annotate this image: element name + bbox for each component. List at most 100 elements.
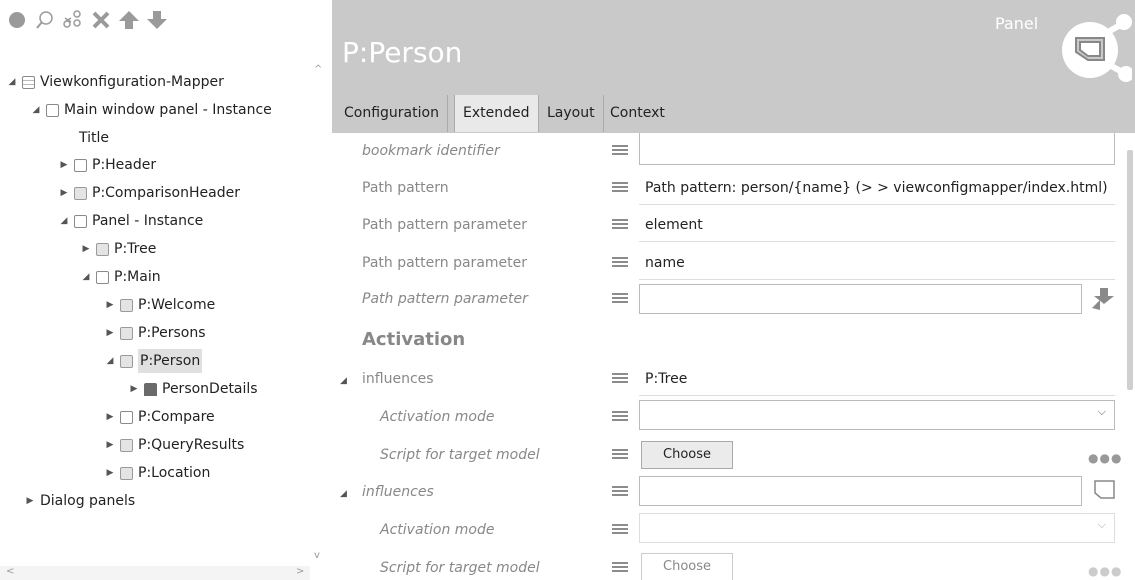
collapse-arrow-icon[interactable]: ◢ [30,98,42,122]
tree-node-dialog-panels[interactable]: ▶ Dialog panels [24,489,136,513]
tab-configuration[interactable]: Configuration [336,95,448,132]
tab-bar: Configuration Extended Layout Context [332,93,1135,133]
record-icon[interactable] [6,9,28,31]
tree-node-location[interactable]: ▶ P:Location [104,461,211,485]
panel-header: P:Person Panel [332,0,1135,93]
influences-input[interactable] [639,476,1082,506]
tab-context[interactable]: Context [602,95,673,132]
bookmark-identifier-label: bookmark identifier [362,143,500,159]
scroll-down-icon[interactable]: v [314,550,320,561]
collapse-arrow-icon[interactable]: ◢ [80,265,92,289]
panel-icon [74,214,87,228]
tree-node-welcome[interactable]: ▶ P:Welcome [104,293,216,317]
choose-button[interactable]: Choose [641,441,733,469]
expand-arrow-icon[interactable]: ▶ [104,461,116,485]
scroll-up-icon[interactable]: ^ [314,64,322,75]
tree-node-person-details[interactable]: ▶ PersonDetails [128,377,258,401]
property-menu-icon[interactable] [612,255,628,269]
horizontal-scrollbar[interactable]: < > [0,566,310,580]
tree-node-label: PersonDetails [162,381,258,397]
tree-node-header[interactable]: ▶ P:Header [58,153,157,177]
tree-node-persons[interactable]: ▶ P:Persons [104,321,206,345]
tree-node-query-results[interactable]: ▶ P:QueryResults [104,433,245,457]
scroll-right-icon[interactable]: > [296,566,304,577]
property-menu-icon[interactable] [612,143,628,157]
delete-icon[interactable] [90,9,112,31]
tree-node-root[interactable]: ◢ Viewkonfiguration-Mapper [6,70,224,94]
tree-node-label: P:QueryResults [138,437,245,453]
collapse-arrow-icon[interactable]: ◢ [6,70,18,94]
expand-arrow-icon[interactable]: ▶ [104,433,116,457]
activation-mode-select[interactable]: ⌵ [639,400,1115,430]
path-pattern-parameter-input[interactable] [639,284,1082,314]
add-arrow-icon[interactable] [1090,286,1116,312]
collapse-arrow-icon[interactable]: ◢ [340,376,347,386]
tree-node-label: Main window panel - Instance [64,102,272,118]
property-menu-icon[interactable] [612,180,628,194]
link-nodes-icon[interactable] [62,9,84,31]
collapse-arrow-icon[interactable]: ◢ [58,209,70,233]
panel-type-icon [1062,14,1132,82]
expand-arrow-icon[interactable]: ▶ [104,405,116,429]
tab-layout[interactable]: Layout [539,95,604,132]
expand-arrow-icon[interactable]: ▶ [58,181,70,205]
tree-node-panel-instance[interactable]: ◢ Panel - Instance [58,209,204,233]
expand-arrow-icon[interactable]: ▶ [80,237,92,261]
activation-mode-select[interactable]: ⌵ [639,513,1115,543]
tree-node-compare[interactable]: ▶ P:Compare [104,405,215,429]
tree-node-tree[interactable]: ▶ P:Tree [80,237,157,261]
expand-arrow-icon[interactable]: ▶ [104,321,116,345]
table-icon [22,75,35,89]
scroll-left-icon[interactable]: < [6,566,14,577]
path-pattern-value[interactable]: Path pattern: person/{name} (> > viewcon… [645,180,1108,196]
activation-mode-label: Activation mode [380,409,495,425]
path-pattern-parameter-value[interactable]: element [645,217,703,233]
property-menu-icon[interactable] [612,560,628,574]
activation-section-title: Activation [362,329,466,350]
divider [639,279,1115,280]
property-form: bookmark identifier Path pattern Path pa… [332,133,1124,580]
script-target-model-label: Script for target model [380,447,540,463]
tree-node-label: P:Main [114,269,161,285]
tree-node-label: Viewkonfiguration-Mapper [40,74,224,90]
choose-button[interactable]: Choose [641,553,733,580]
tree-node-main-window[interactable]: ◢ Main window panel - Instance [30,98,272,122]
path-pattern-parameter-label: Path pattern parameter [362,217,528,233]
collapse-arrow-icon[interactable]: ◢ [340,489,347,499]
tree-node-label-selected: P:Person [138,349,203,373]
move-up-icon[interactable] [118,9,140,31]
property-menu-icon[interactable] [612,371,628,385]
more-options-icon[interactable]: ●●● [1088,451,1122,465]
expand-arrow-icon[interactable]: ▶ [104,293,116,317]
tree-node-comparison-header[interactable]: ▶ P:ComparisonHeader [58,181,240,205]
move-down-icon[interactable] [146,9,168,31]
property-menu-icon[interactable] [612,484,628,498]
collapse-arrow-icon[interactable]: ◢ [104,349,116,373]
chevron-down-icon: ⌵ [1097,518,1106,531]
influences-value[interactable]: P:Tree [645,371,687,387]
expand-arrow-icon[interactable]: ▶ [58,153,70,177]
expand-arrow-icon[interactable]: ▶ [128,377,140,401]
scrollbar-thumb[interactable] [1127,150,1133,390]
tab-extended[interactable]: Extended [454,95,539,132]
property-menu-icon[interactable] [612,522,628,536]
panel-icon [120,354,133,368]
property-menu-icon[interactable] [612,409,628,423]
bookmark-identifier-input[interactable] [639,133,1115,165]
tree-node-label: P:Welcome [138,297,216,313]
property-menu-icon[interactable] [612,291,628,305]
search-icon[interactable] [34,9,56,31]
tree-node-main[interactable]: ◢ P:Main [80,265,161,289]
path-pattern-parameter-value[interactable]: name [645,255,685,271]
more-options-icon[interactable]: ●●● [1088,564,1122,578]
property-menu-icon[interactable] [612,217,628,231]
influences-label: influences [362,371,434,387]
tree-node-title[interactable]: Title [79,126,109,150]
property-menu-icon[interactable] [612,447,628,461]
divider [639,395,1115,396]
activation-mode-label: Activation mode [380,522,495,538]
panel-icon [96,242,109,256]
tree-node-person[interactable]: ◢ P:Person [104,349,203,373]
expand-arrow-icon[interactable]: ▶ [24,489,36,513]
panel-select-icon[interactable] [1092,478,1118,504]
